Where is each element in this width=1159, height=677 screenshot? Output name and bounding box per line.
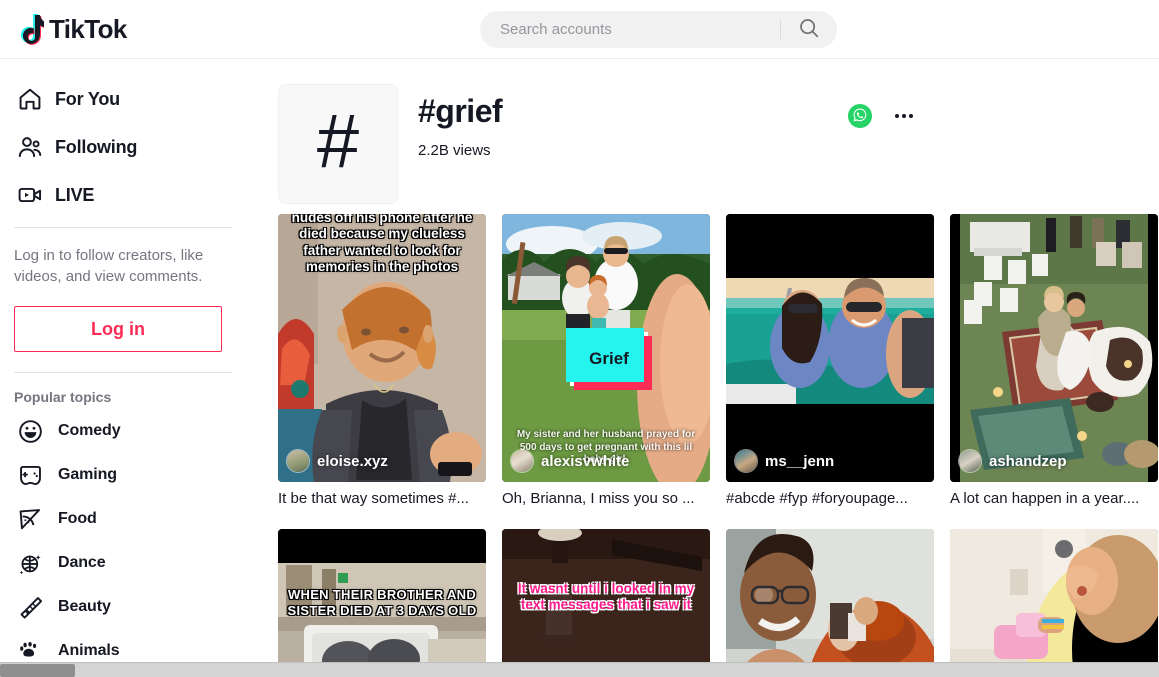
pizza-slice-icon: [14, 503, 46, 535]
hash-glyph: #: [316, 99, 360, 184]
video-thumbnail[interactable]: It wasnt until i looked in my text messa…: [502, 529, 710, 677]
video-thumbnail[interactable]: Grief My sister and her husband prayed f…: [502, 214, 710, 482]
tiktok-logo[interactable]: TikTok: [14, 13, 127, 45]
people-icon: [14, 131, 46, 163]
sidebar-item-for-you[interactable]: For You: [14, 75, 232, 123]
author-name: ms__jenn: [765, 452, 835, 470]
hashtag-avatar: #: [278, 84, 398, 204]
thumbnail-image: [950, 214, 1158, 482]
grief-sticker: Grief: [566, 328, 652, 390]
sidebar-item-comedy[interactable]: Comedy: [14, 409, 232, 453]
video-card[interactable]: [726, 529, 934, 677]
view-count: 2.2B views: [418, 142, 491, 159]
sidebar-label-following: Following: [55, 136, 138, 157]
thumbnail-image: [950, 529, 1158, 677]
video-card[interactable]: WHEN THEIR BROTHER AND SISTER DIED AT 3 …: [278, 529, 486, 677]
whatsapp-icon: [852, 107, 868, 126]
makeup-brush-icon: [14, 591, 46, 623]
avatar: [958, 449, 982, 473]
more-dot-3: [909, 114, 913, 118]
video-caption: A lot can happen in a year....: [950, 490, 1140, 507]
video-card[interactable]: Text Message: [950, 529, 1158, 677]
video-author[interactable]: ashandzep: [958, 449, 1067, 473]
topic-label-gaming: Gaming: [58, 466, 117, 483]
author-name: eloise.xyz: [317, 452, 388, 470]
more-options-button[interactable]: [892, 104, 916, 128]
video-thumbnail[interactable]: nudes off his phone after he died becaus…: [278, 214, 486, 482]
video-card[interactable]: ms__jenn #abcde #fyp #foryoupage...: [726, 214, 934, 509]
avatar: [286, 449, 310, 473]
popular-topics-title: Popular topics: [14, 389, 112, 405]
sidebar-item-gaming[interactable]: Gaming: [14, 453, 232, 497]
video-card[interactable]: nudes off his phone after he died becaus…: [278, 214, 486, 509]
sidebar-item-following[interactable]: Following: [14, 123, 232, 171]
video-overlay-text: WHEN THEIR BROTHER AND SISTER DIED AT 3 …: [287, 587, 477, 618]
sidebar-item-food[interactable]: Food: [14, 497, 232, 541]
video-card[interactable]: Grief My sister and her husband prayed f…: [502, 214, 710, 509]
home-icon: [14, 83, 46, 115]
video-thumbnail[interactable]: [726, 529, 934, 677]
topic-label-animals: Animals: [58, 642, 120, 659]
video-author[interactable]: alexisvwhite: [510, 449, 629, 473]
thumbnail-image: [726, 529, 934, 677]
more-dot-1: [895, 114, 899, 118]
search-bar[interactable]: [480, 11, 837, 48]
sidebar-item-beauty[interactable]: Beauty: [14, 585, 232, 629]
video-thumbnail[interactable]: Text Message: [950, 529, 1158, 677]
page-title: #grief: [418, 93, 503, 129]
hashtag-actions: [848, 104, 916, 128]
author-name: alexisvwhite: [541, 452, 630, 470]
hashtag-info: #grief 2.2B views: [418, 84, 503, 159]
video-thumbnail[interactable]: ashandzep: [950, 214, 1158, 482]
left-sidebar: For You Following LIVE Log in to follow …: [0, 59, 240, 677]
search-input[interactable]: [480, 11, 780, 48]
video-overlay-text: It wasnt until i looked in my text messa…: [517, 581, 695, 613]
whatsapp-share-button[interactable]: [848, 104, 872, 128]
laughing-face-icon: [14, 415, 46, 447]
video-card[interactable]: ashandzep A lot can happen in a year....: [950, 214, 1158, 509]
tiktok-note-icon: [14, 13, 44, 45]
author-name: ashandzep: [989, 452, 1067, 470]
login-button[interactable]: Log in: [14, 306, 222, 352]
topic-label-beauty: Beauty: [58, 598, 111, 615]
video-thumbnail[interactable]: WHEN THEIR BROTHER AND SISTER DIED AT 3 …: [278, 529, 486, 677]
topic-label-comedy: Comedy: [58, 422, 121, 439]
video-overlay-text: nudes off his phone after he died becaus…: [291, 214, 473, 275]
sidebar-label-for-you: For You: [55, 88, 120, 109]
sidebar-item-dance[interactable]: Dance: [14, 541, 232, 585]
grief-sticker-text: Grief: [589, 349, 629, 368]
video-grid: nudes off his phone after he died becaus…: [278, 214, 1159, 677]
video-thumbnail[interactable]: ms__jenn: [726, 214, 934, 482]
top-header: TikTok: [0, 0, 1159, 59]
thumbnail-image: [726, 214, 934, 482]
hashtag-header: # #grief 2.2B views: [278, 84, 1159, 208]
disco-ball-icon: [14, 547, 46, 579]
search-icon: [798, 17, 820, 42]
video-caption: Oh, Brianna, I miss you so ...: [502, 490, 695, 507]
video-card[interactable]: It wasnt until i looked in my text messa…: [502, 529, 710, 677]
search-button[interactable]: [781, 11, 837, 48]
avatar: [734, 449, 758, 473]
sidebar-item-live[interactable]: LIVE: [14, 171, 232, 219]
horizontal-scrollbar[interactable]: [0, 662, 1159, 677]
video-caption: #abcde #fyp #foryoupage...: [726, 490, 908, 507]
main-content: # #grief 2.2B views nudes off his phone …: [240, 59, 1159, 677]
live-video-icon: [14, 179, 46, 211]
video-author[interactable]: ms__jenn: [734, 449, 834, 473]
scrollbar-thumb[interactable]: [0, 664, 75, 677]
video-caption: It be that way sometimes #...: [278, 490, 469, 507]
gamepad-icon: [14, 459, 46, 491]
tiktok-wordmark: TikTok: [49, 14, 127, 44]
video-author[interactable]: eloise.xyz: [286, 449, 388, 473]
login-prompt-text: Log in to follow creators, like videos, …: [14, 247, 204, 285]
avatar: [510, 449, 534, 473]
topic-label-food: Food: [58, 510, 97, 527]
more-dot-2: [902, 114, 906, 118]
sidebar-label-live: LIVE: [55, 184, 95, 205]
topic-label-dance: Dance: [58, 554, 106, 571]
